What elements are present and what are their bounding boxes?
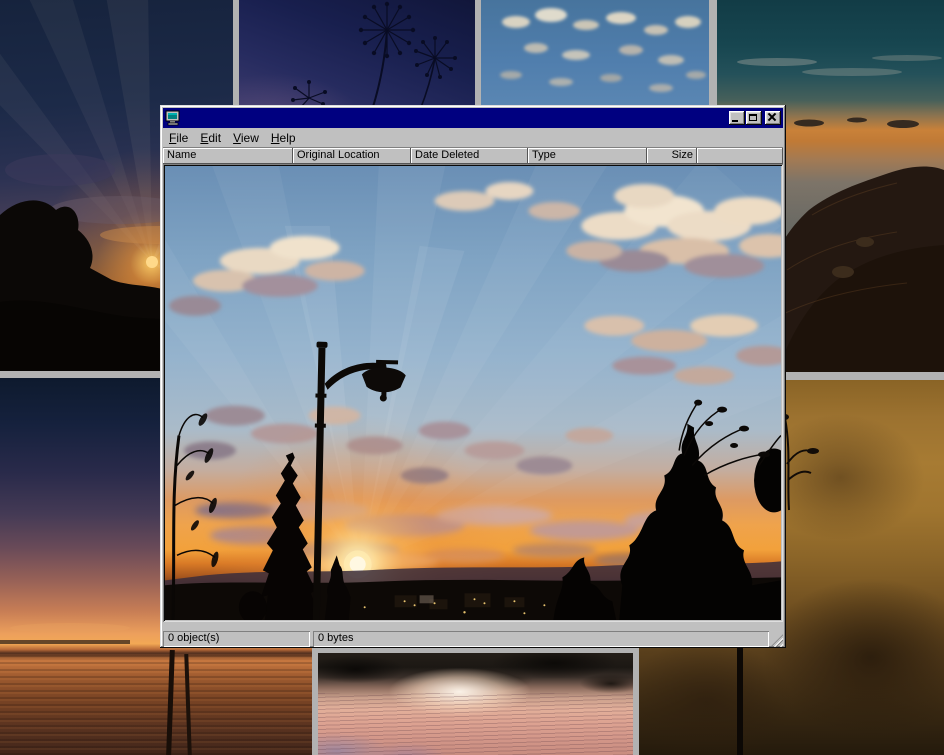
ripple-line-texture: [318, 693, 633, 755]
column-header-original-location[interactable]: Original Location: [293, 148, 411, 164]
wallpaper-photo-water-reflections: [318, 653, 633, 755]
computer-monitor-icon: [165, 110, 181, 126]
title-bar[interactable]: [163, 108, 783, 128]
status-bar: 0 object(s) 0 bytes: [163, 622, 783, 647]
column-header-date-deleted[interactable]: Date Deleted: [411, 148, 528, 164]
maximize-icon: [749, 114, 757, 121]
folder-background-photo: [165, 166, 781, 620]
desktop: File Edit View Help Name Original Locati…: [0, 0, 944, 755]
menu-view[interactable]: View: [227, 129, 265, 147]
close-icon: [768, 113, 776, 121]
resize-grip[interactable]: [770, 634, 783, 647]
wallpaper-photo-dried-plant-silhouettes: [239, 0, 475, 110]
column-header-name[interactable]: Name: [163, 148, 293, 164]
wallpaper-photo-blue-sky-clouds: [481, 0, 709, 110]
plant-silhouette-art: [239, 0, 475, 110]
minimize-icon: [732, 120, 738, 122]
menu-bar: File Edit View Help: [163, 128, 783, 147]
column-header-row: Name Original Location Date Deleted Type…: [163, 147, 783, 164]
column-header-blank[interactable]: [697, 148, 783, 164]
menu-help[interactable]: Help: [265, 129, 302, 147]
column-header-type[interactable]: Type: [528, 148, 647, 164]
file-list-view[interactable]: [163, 164, 783, 622]
recycle-bin-window: File Edit View Help Name Original Locati…: [160, 105, 786, 648]
menu-file[interactable]: File: [163, 129, 194, 147]
menu-edit[interactable]: Edit: [194, 129, 227, 147]
maximize-button[interactable]: [746, 111, 762, 125]
status-bytes: 0 bytes: [313, 631, 769, 647]
close-button[interactable]: [765, 111, 781, 125]
minimize-button[interactable]: [729, 111, 745, 125]
status-object-count: 0 object(s): [163, 631, 310, 647]
sky-clouds-art: [481, 0, 709, 110]
column-header-size[interactable]: Size: [647, 148, 697, 164]
